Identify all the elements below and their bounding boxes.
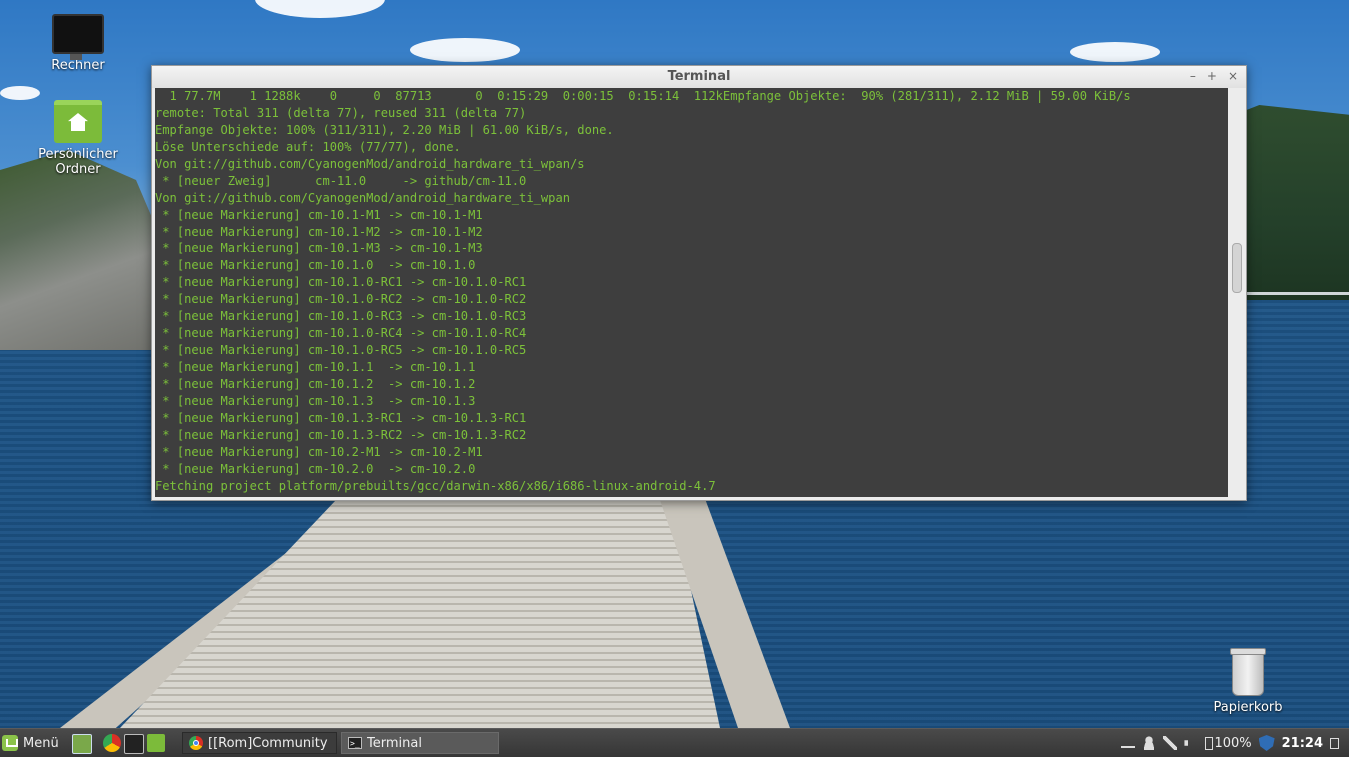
trash-icon (1230, 648, 1266, 696)
taskbar: Menü [[Rom]Community ... >_ Terminal 100… (0, 728, 1349, 757)
terminal-output[interactable]: 1 77.7M 1 1288k 0 0 87713 0 0:15:29 0:00… (155, 88, 1228, 497)
terminal-icon: >_ (348, 737, 362, 749)
file-manager-icon[interactable] (147, 734, 165, 752)
terminal-line: * [neuer Zweig] cm-11.0 -> github/cm-11.… (155, 173, 527, 188)
computer-icon (52, 14, 104, 60)
task-label: Terminal (367, 735, 422, 751)
terminal-line: * [neue Markierung] cm-10.1.0-RC4 -> cm-… (155, 326, 527, 341)
desktop-icon-label: Rechner (51, 58, 105, 73)
pen-icon[interactable] (1163, 736, 1178, 750)
chrome-icon[interactable] (103, 734, 121, 752)
terminal-line: 1 77.7M 1 1288k 0 0 87713 0 0:15:29 0:00… (155, 89, 1131, 103)
terminal-line: Von git://github.com/CyanogenMod/android… (155, 190, 571, 205)
shield-icon[interactable] (1258, 735, 1275, 751)
desktop-icon-home-folder[interactable]: Persönlicher Ordner (18, 100, 138, 177)
desktop-icon-label: Papierkorb (1213, 700, 1283, 715)
volume-icon[interactable] (1184, 736, 1195, 750)
minimize-button[interactable]: – (1190, 69, 1196, 83)
terminal-line: remote: Total 311 (delta 77), reused 311… (155, 105, 527, 120)
user-icon[interactable] (1142, 736, 1157, 750)
terminal-line: * [neue Markierung] cm-10.1.3-RC2 -> cm-… (155, 427, 527, 442)
terminal-line: * [neue Markierung] cm-10.1.1 -> cm-10.1… (155, 360, 476, 374)
terminal-line: * [neue Markierung] cm-10.1.3 -> cm-10.1… (155, 393, 476, 408)
terminal-icon[interactable] (124, 734, 144, 754)
battery-icon (1205, 736, 1214, 750)
home-folder-icon (54, 100, 102, 143)
notification-icon[interactable] (1330, 737, 1339, 749)
terminal-line: Löse Unterschiede auf: 100% (77/77), don… (155, 139, 461, 154)
terminal-line: * [neue Markierung] cm-10.1-M2 -> cm-10.… (155, 224, 483, 239)
terminal-window[interactable]: Terminal – + × 1 77.7M 1 1288k 0 0 87713… (151, 65, 1247, 501)
terminal-line: Von git://github.com/CyanogenMod/android… (155, 156, 585, 171)
battery-percent: 100% (1214, 735, 1252, 751)
terminal-line: * [neue Markierung] cm-10.1.0-RC1 -> cm-… (155, 275, 527, 290)
clock[interactable]: 21:24 (1282, 736, 1323, 751)
desktop-icon-label: Persönlicher Ordner (38, 147, 118, 177)
task-chrome[interactable]: [[Rom]Community ... (182, 732, 337, 754)
terminal-line: * [neue Markierung] cm-10.2-M1 -> cm-10.… (155, 444, 483, 459)
terminal-line: * [neue Markierung] cm-10.2.0 -> cm-10.2… (155, 461, 476, 476)
terminal-line: * [neue Markierung] cm-10.1.0-RC2 -> cm-… (155, 292, 527, 307)
window-title: Terminal (667, 69, 731, 84)
show-desktop-icon[interactable] (72, 734, 92, 754)
terminal-line: * [neue Markierung] cm-10.1-M1 -> cm-10.… (155, 207, 483, 222)
desktop-icon-computer[interactable]: Rechner (18, 14, 138, 73)
terminal-line: * [neue Markierung] cm-10.1.2 -> cm-10.1… (155, 376, 476, 391)
mint-logo-icon (2, 735, 18, 751)
terminal-line: * [neue Markierung] cm-10.1.3-RC1 -> cm-… (155, 410, 527, 425)
task-label: [[Rom]Community ... (208, 735, 330, 751)
terminal-line: * [neue Markierung] cm-10.1.0-RC3 -> cm-… (155, 309, 527, 324)
terminal-line: Empfange Objekte: 100% (311/311), 2.20 M… (155, 122, 614, 137)
task-terminal[interactable]: >_ Terminal (341, 732, 499, 754)
desktop-icon-trash[interactable]: Papierkorb (1188, 648, 1308, 715)
chrome-icon (189, 736, 203, 750)
terminal-line: Fetching project platform/prebuilts/gcc/… (155, 478, 716, 493)
battery-indicator[interactable]: 100% (1205, 735, 1252, 751)
system-tray: 100% 21:24 (1121, 729, 1349, 757)
terminal-line: * [neue Markierung] cm-10.1-M3 -> cm-10.… (155, 241, 483, 256)
window-list-icon[interactable] (1121, 738, 1136, 748)
maximize-button[interactable]: + (1207, 69, 1217, 83)
menu-label: Menü (23, 735, 59, 751)
window-titlebar[interactable]: Terminal – + × (152, 66, 1246, 88)
menu-button[interactable]: Menü (2, 733, 59, 753)
close-button[interactable]: × (1228, 69, 1238, 83)
scrollbar-thumb[interactable] (1232, 243, 1242, 293)
terminal-line: * [neue Markierung] cm-10.1.0-RC5 -> cm-… (155, 343, 527, 358)
terminal-line: * [neue Markierung] cm-10.1.0 -> cm-10.1… (155, 258, 476, 273)
terminal-scrollbar[interactable] (1229, 88, 1243, 497)
